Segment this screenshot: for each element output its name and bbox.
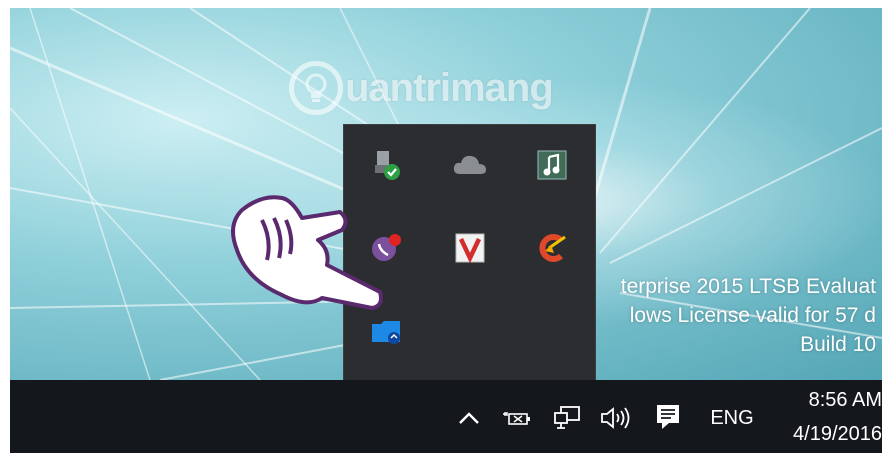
antivirus-v-icon[interactable]	[450, 228, 490, 268]
action-center-icon[interactable]	[650, 398, 686, 436]
volume-icon[interactable]	[595, 400, 637, 436]
network-icon[interactable]	[547, 400, 587, 436]
music-app-icon[interactable]	[532, 145, 572, 185]
watermark: uantrimang	[289, 58, 554, 118]
taskbar: ENG 8:56 AM 4/19/2016	[10, 380, 882, 453]
usb-safely-remove-icon[interactable]	[366, 145, 406, 185]
watermark-text: uantrimang	[345, 65, 554, 110]
chevron-up-icon	[459, 412, 479, 424]
clock-time: 8:56 AM	[808, 388, 882, 411]
battery-power-icon[interactable]	[497, 400, 537, 436]
clock[interactable]: 8:56 AM 4/19/2016	[776, 380, 882, 453]
license-line: lows License valid for 57 d	[629, 304, 876, 327]
edition-line: terprise 2015 LTSB Evaluat	[620, 275, 876, 298]
lightbulb-logo-icon	[289, 61, 343, 115]
windows-edition-info: terprise 2015 LTSB Evaluat lows License …	[621, 272, 876, 359]
input-language-indicator[interactable]: ENG	[702, 400, 762, 436]
ccleaner-icon[interactable]	[532, 228, 572, 268]
screenshot-frame: uantrimang terprise 2015 LTSB Evaluat lo…	[0, 0, 884, 463]
build-line: Build 10	[800, 333, 876, 356]
onedrive-cloud-icon[interactable]	[450, 145, 490, 185]
pointing-hand-icon	[231, 195, 383, 310]
clock-date: 4/19/2016	[793, 422, 882, 445]
show-hidden-icons-button[interactable]	[451, 400, 487, 436]
